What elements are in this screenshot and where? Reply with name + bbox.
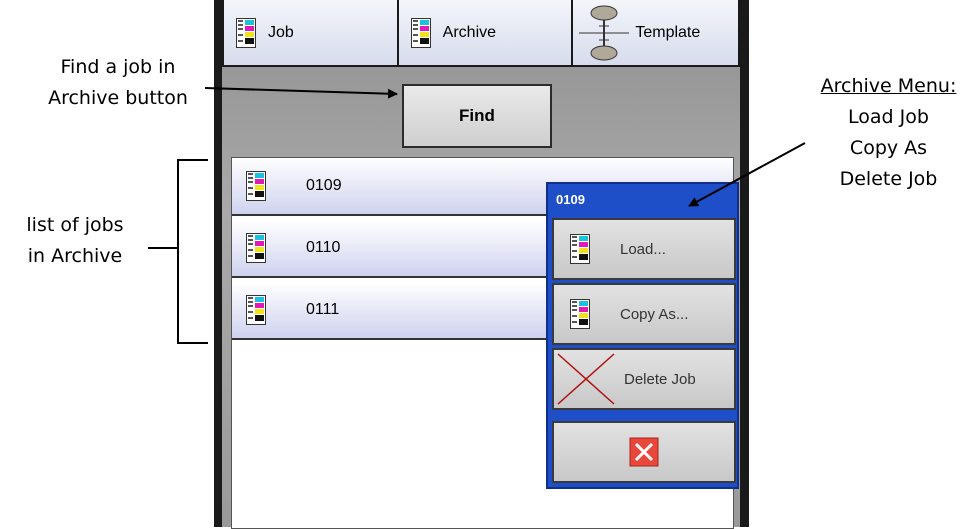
job-name: 0109 — [306, 177, 342, 194]
archive-menu-callout: Archive Menu: Load Job Copy As Delete Jo… — [800, 71, 977, 195]
find-callout-line1: Find a job in — [60, 56, 176, 78]
job-name: 0111 — [306, 301, 340, 318]
archive-context-menu: 0109 Load... Copy As... Delete Job — [546, 182, 739, 489]
load-label: Load... — [620, 240, 666, 258]
tab-bar: Job Archive Template — [222, 0, 741, 67]
tab-template-label: Template — [635, 23, 701, 41]
job-document-icon — [236, 17, 256, 48]
list-callout: list of jobs in Archive — [0, 210, 150, 272]
job-document-icon — [570, 234, 590, 264]
tab-archive-label: Archive — [442, 23, 497, 41]
close-icon — [629, 437, 659, 467]
job-name: 0110 — [306, 239, 341, 256]
delete-cross-icon — [557, 353, 615, 405]
find-callout: Find a job in Archive button — [18, 52, 218, 114]
job-document-icon — [246, 233, 266, 263]
delete-job-label: Delete Job — [624, 370, 696, 388]
find-button[interactable]: Find — [402, 84, 552, 148]
job-document-icon — [410, 17, 431, 48]
job-document-icon — [246, 295, 266, 325]
archive-menu-callout-line2: Copy As — [849, 137, 928, 159]
copy-as-label: Copy As... — [620, 305, 689, 323]
copy-as-button[interactable]: Copy As... — [552, 283, 736, 345]
tab-archive[interactable]: Archive — [398, 0, 574, 67]
template-flow-icon — [579, 5, 630, 60]
list-callout-line1: list of jobs — [26, 214, 124, 236]
list-callout-line2: in Archive — [27, 245, 123, 267]
delete-job-button[interactable]: Delete Job — [552, 348, 736, 410]
job-document-icon — [246, 171, 266, 201]
menu-title: 0109 — [556, 192, 585, 207]
archive-menu-callout-line3: Delete Job — [839, 168, 938, 190]
tab-template[interactable]: Template — [573, 0, 741, 67]
load-button[interactable]: Load... — [552, 218, 736, 280]
tab-job[interactable]: Job — [222, 0, 399, 67]
find-callout-line2: Archive button — [48, 87, 188, 109]
job-document-icon — [570, 299, 590, 329]
archive-menu-callout-title: Archive Menu: — [820, 75, 957, 97]
list-bracket — [177, 159, 208, 344]
archive-menu-callout-line1: Load Job — [848, 106, 929, 128]
tab-job-label: Job — [268, 23, 294, 41]
close-menu-button[interactable] — [552, 421, 736, 483]
